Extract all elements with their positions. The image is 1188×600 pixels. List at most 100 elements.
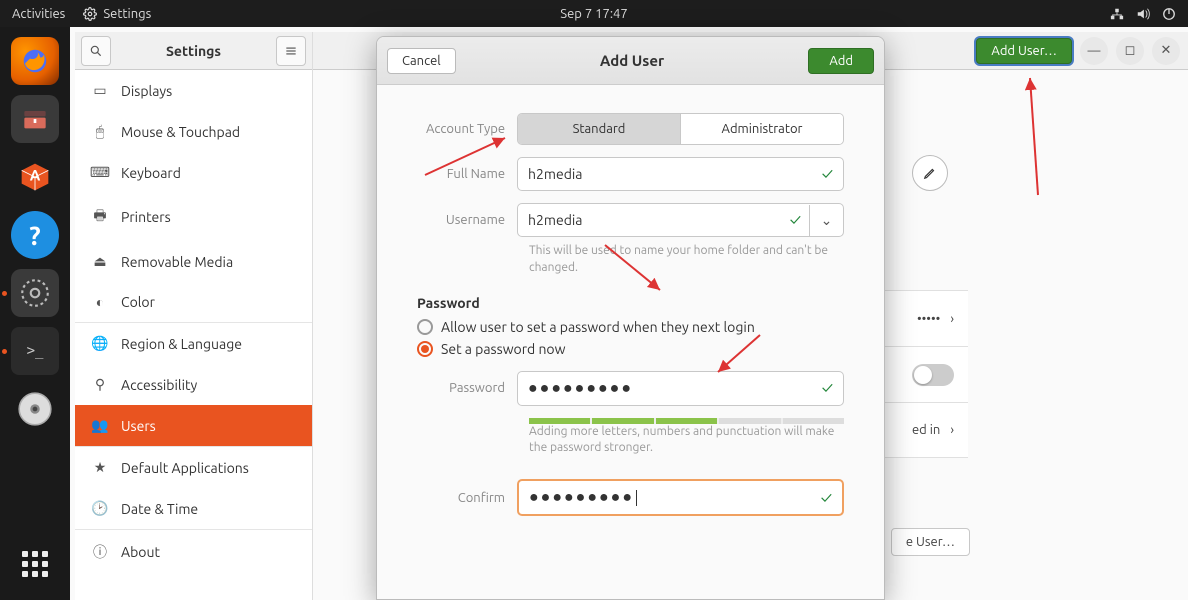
edit-avatar-button[interactable] bbox=[912, 155, 948, 191]
add-user-dialog: Cancel Add User Add Account Type Standar… bbox=[376, 36, 885, 600]
dock-firefox[interactable] bbox=[11, 37, 59, 85]
radio-now[interactable]: Set a password now bbox=[417, 341, 844, 357]
close-button[interactable]: ✕ bbox=[1152, 37, 1180, 65]
radio-now-label: Set a password now bbox=[441, 341, 565, 357]
maximize-button[interactable]: ◻ bbox=[1116, 37, 1144, 65]
printer-icon: 🖶 bbox=[91, 205, 109, 229]
activities-button[interactable]: Activities bbox=[12, 7, 65, 21]
gear-icon bbox=[83, 7, 97, 21]
users-icon: 👥 bbox=[91, 417, 109, 434]
password-strength bbox=[529, 418, 844, 424]
datetime-icon: 🕑 bbox=[91, 500, 109, 517]
password-input[interactable]: ●●●●●●●●● ✓ bbox=[517, 371, 844, 406]
sidebar-item-displays[interactable]: ▭Displays bbox=[75, 70, 312, 111]
dialog-title: Add User bbox=[456, 52, 809, 69]
account-type-label: Account Type bbox=[417, 122, 517, 136]
search-button[interactable] bbox=[81, 36, 111, 66]
search-icon bbox=[89, 44, 103, 58]
clock[interactable]: Sep 7 17:47 bbox=[560, 7, 627, 21]
sidebar-item-label: Color bbox=[121, 294, 155, 310]
fullname-label: Full Name bbox=[417, 167, 517, 181]
chevron-right-icon: › bbox=[950, 423, 954, 437]
sidebar-item-accessibility[interactable]: ⚲Accessibility bbox=[75, 364, 312, 405]
confirm-input[interactable]: ●●●●●●●●● ✓ bbox=[517, 479, 844, 516]
fullname-input[interactable]: h2media✓ bbox=[517, 157, 844, 191]
lastlogin-row[interactable]: ed in› bbox=[878, 402, 968, 458]
add-button[interactable]: Add bbox=[808, 48, 874, 74]
volume-icon[interactable] bbox=[1136, 7, 1150, 21]
radio-later[interactable]: Allow user to set a password when they n… bbox=[417, 319, 844, 335]
check-icon: ✓ bbox=[822, 379, 833, 397]
sidebar-item-users[interactable]: 👥 Users bbox=[75, 405, 312, 446]
autologin-toggle[interactable] bbox=[912, 364, 954, 386]
dock-apps[interactable] bbox=[11, 540, 59, 588]
dock-disc[interactable] bbox=[11, 385, 59, 433]
sidebar-item-color[interactable]: ◐ Color bbox=[75, 282, 312, 322]
chevron-right-icon: › bbox=[950, 312, 954, 326]
keyboard-icon: ⌨ bbox=[91, 164, 109, 181]
username-value: h2media bbox=[528, 212, 583, 228]
dock-help[interactable]: ? bbox=[11, 211, 59, 259]
current-app[interactable]: Settings bbox=[83, 7, 151, 21]
region-icon: 🌐 bbox=[91, 335, 109, 352]
sidebar-item-region[interactable]: 🌐Region & Language bbox=[75, 322, 312, 364]
account-type-segment: Standard Administrator bbox=[517, 113, 844, 145]
color-icon: ◐ bbox=[91, 294, 109, 310]
sidebar-item-default-apps[interactable]: ★ Default Applications bbox=[75, 446, 312, 488]
check-icon: ✓ bbox=[821, 489, 832, 507]
svg-text:A: A bbox=[30, 166, 41, 183]
dock-software[interactable]: A bbox=[11, 153, 59, 201]
cancel-button[interactable]: Cancel bbox=[387, 48, 456, 74]
dialog-header: Cancel Add User Add bbox=[377, 37, 884, 85]
top-bar: Activities Settings Sep 7 17:47 bbox=[0, 0, 1188, 27]
radio-later-label: Allow user to set a password when they n… bbox=[441, 319, 755, 335]
power-icon[interactable] bbox=[1162, 7, 1176, 21]
sidebar-item-keyboard[interactable]: ⌨ Keyboard bbox=[75, 152, 312, 193]
annotation-arrow bbox=[1020, 70, 1050, 200]
sidebar-item-label: Accessibility bbox=[121, 377, 197, 393]
pencil-icon bbox=[923, 166, 937, 180]
remove-user-button[interactable]: e User… bbox=[891, 528, 970, 556]
radio-icon bbox=[417, 319, 433, 335]
password-value: ●●●●●●●●● bbox=[528, 379, 633, 398]
dock-terminal[interactable]: >_ bbox=[11, 327, 59, 375]
username-dropdown[interactable]: ⌄ bbox=[809, 205, 843, 236]
add-user-button[interactable]: Add User… bbox=[976, 38, 1072, 64]
minimize-button[interactable]: — bbox=[1080, 37, 1108, 65]
password-dots: ••••• bbox=[917, 312, 940, 326]
app-name-label: Settings bbox=[103, 7, 151, 21]
user-details-card: ••••• › ed in› bbox=[878, 290, 968, 458]
network-icon[interactable] bbox=[1110, 7, 1124, 21]
sidebar-item-mouse[interactable]: 🖱Mouse & Touchpad bbox=[75, 111, 312, 152]
sidebar-item-datetime[interactable]: 🕑Date & Time bbox=[75, 488, 312, 529]
sidebar-item-label: Default Applications bbox=[121, 460, 249, 476]
password-heading: Password bbox=[417, 295, 844, 311]
check-icon: ✓ bbox=[790, 211, 801, 229]
autologin-row bbox=[878, 346, 968, 402]
sidebar-item-label: Users bbox=[121, 418, 156, 434]
sidebar-item-label: About bbox=[121, 544, 160, 560]
password-label: Password bbox=[417, 381, 517, 395]
settings-sidebar: Settings ▭Displays 🖱Mouse & Touchpad ⌨ Ke… bbox=[75, 32, 313, 600]
display-icon: ▭ bbox=[91, 82, 109, 99]
confirm-value: ●●●●●●●●● bbox=[529, 488, 634, 507]
username-hint: This will be used to name your home fold… bbox=[529, 243, 844, 277]
dock-files[interactable] bbox=[11, 95, 59, 143]
dock-settings[interactable] bbox=[11, 269, 59, 317]
default-apps-icon: ★ bbox=[91, 459, 109, 476]
username-input[interactable]: h2media ✓ ⌄ bbox=[517, 203, 844, 237]
sidebar-item-label: Keyboard bbox=[121, 165, 181, 181]
password-row[interactable]: ••••• › bbox=[878, 290, 968, 346]
radio-icon bbox=[417, 341, 433, 357]
dock: A ? >_ bbox=[0, 27, 70, 600]
sidebar-item-about[interactable]: ⓘ About bbox=[75, 529, 312, 574]
standard-option[interactable]: Standard bbox=[518, 114, 681, 144]
menu-button[interactable] bbox=[276, 36, 306, 66]
sidebar-item-removable[interactable]: ⏏Removable Media bbox=[75, 241, 312, 282]
text-cursor bbox=[636, 490, 637, 506]
about-icon: ⓘ bbox=[91, 542, 109, 562]
administrator-option[interactable]: Administrator bbox=[681, 114, 843, 144]
settings-title: Settings bbox=[117, 43, 270, 59]
sidebar-item-printers[interactable]: 🖶Printers bbox=[75, 193, 312, 241]
sidebar-item-label: Removable Media bbox=[121, 254, 233, 270]
